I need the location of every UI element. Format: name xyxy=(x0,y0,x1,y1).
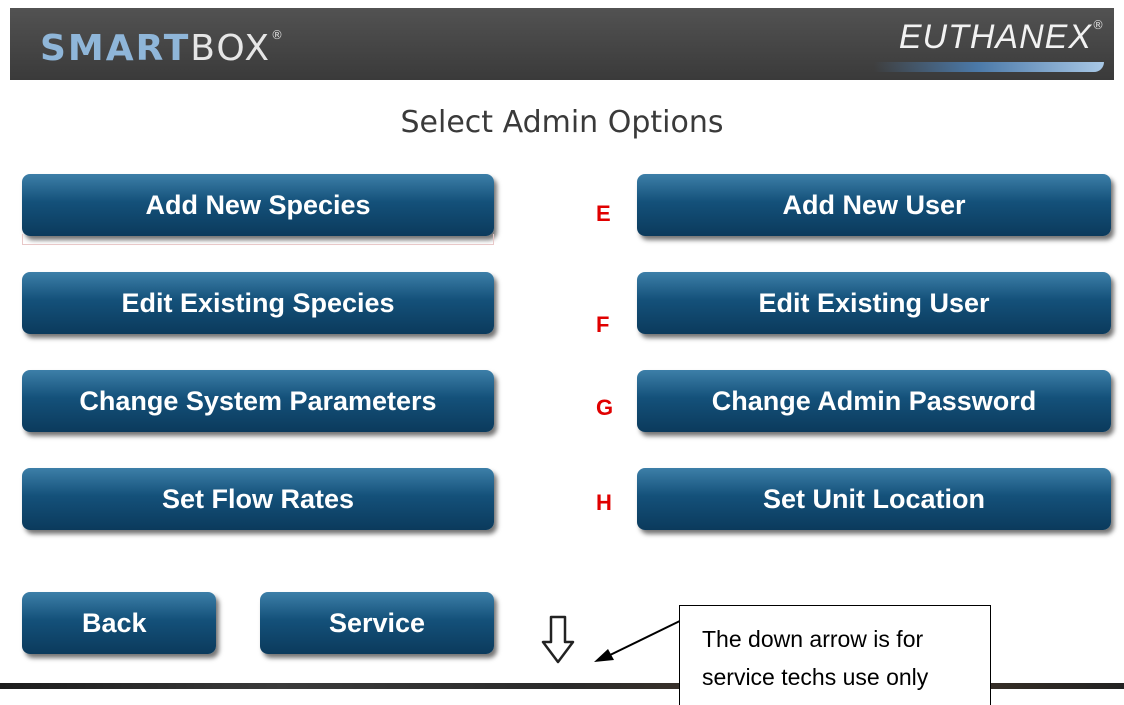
page-title: Select Admin Options xyxy=(400,105,724,140)
service-button[interactable]: Service xyxy=(260,592,494,654)
brand-smart: SMART xyxy=(40,28,191,69)
edit-existing-user-label: Edit Existing User xyxy=(758,287,990,318)
change-admin-password-label: Change Admin Password xyxy=(711,385,1037,416)
edit-existing-species-label: Edit Existing Species xyxy=(121,287,395,318)
service-label: Service xyxy=(328,607,426,638)
marker-g: G xyxy=(596,395,614,420)
edit-existing-user-button[interactable]: Edit Existing User xyxy=(637,272,1111,334)
marker-f: F xyxy=(596,312,610,337)
brand-mark: ® xyxy=(271,28,286,42)
down-arrow-icon[interactable] xyxy=(540,614,576,666)
callout-line-2: service techs use only xyxy=(702,664,929,690)
edit-existing-species-button[interactable]: Edit Existing Species xyxy=(22,272,494,334)
logo-text: EUTHANEX xyxy=(898,18,1092,56)
header-bar: SMARTBOX® EUTHANEX® xyxy=(10,8,1114,80)
smartbox-logo: SMARTBOX® xyxy=(40,28,285,69)
callout-note: The down arrow is for service techs use … xyxy=(679,605,991,705)
brand-box: BOX xyxy=(190,28,272,69)
add-new-species-button[interactable]: Add New Species xyxy=(22,174,494,236)
set-flow-rates-label: Set Flow Rates xyxy=(161,483,355,514)
logo-swoosh xyxy=(874,62,1104,72)
focus-outline xyxy=(22,234,494,245)
pointer-arrow xyxy=(594,617,687,662)
change-system-parameters-button[interactable]: Change System Parameters xyxy=(22,370,494,432)
marker-e: E xyxy=(596,201,611,226)
add-new-species-label: Add New Species xyxy=(145,189,371,220)
set-flow-rates-button[interactable]: Set Flow Rates xyxy=(22,468,494,530)
add-new-user-button[interactable]: Add New User xyxy=(637,174,1111,236)
marker-h: H xyxy=(596,490,612,515)
callout-line-1: The down arrow is for xyxy=(702,626,924,652)
back-button[interactable]: Back xyxy=(22,592,216,654)
logo-mark: ® xyxy=(1092,18,1104,32)
back-label: Back xyxy=(82,607,147,638)
change-admin-password-button[interactable]: Change Admin Password xyxy=(637,370,1111,432)
add-new-user-label: Add New User xyxy=(782,189,966,220)
set-unit-location-button[interactable]: Set Unit Location xyxy=(637,468,1111,530)
change-system-parameters-label: Change System Parameters xyxy=(79,385,437,416)
set-unit-location-label: Set Unit Location xyxy=(763,483,985,514)
euthanex-logo: EUTHANEX® xyxy=(844,18,1104,72)
